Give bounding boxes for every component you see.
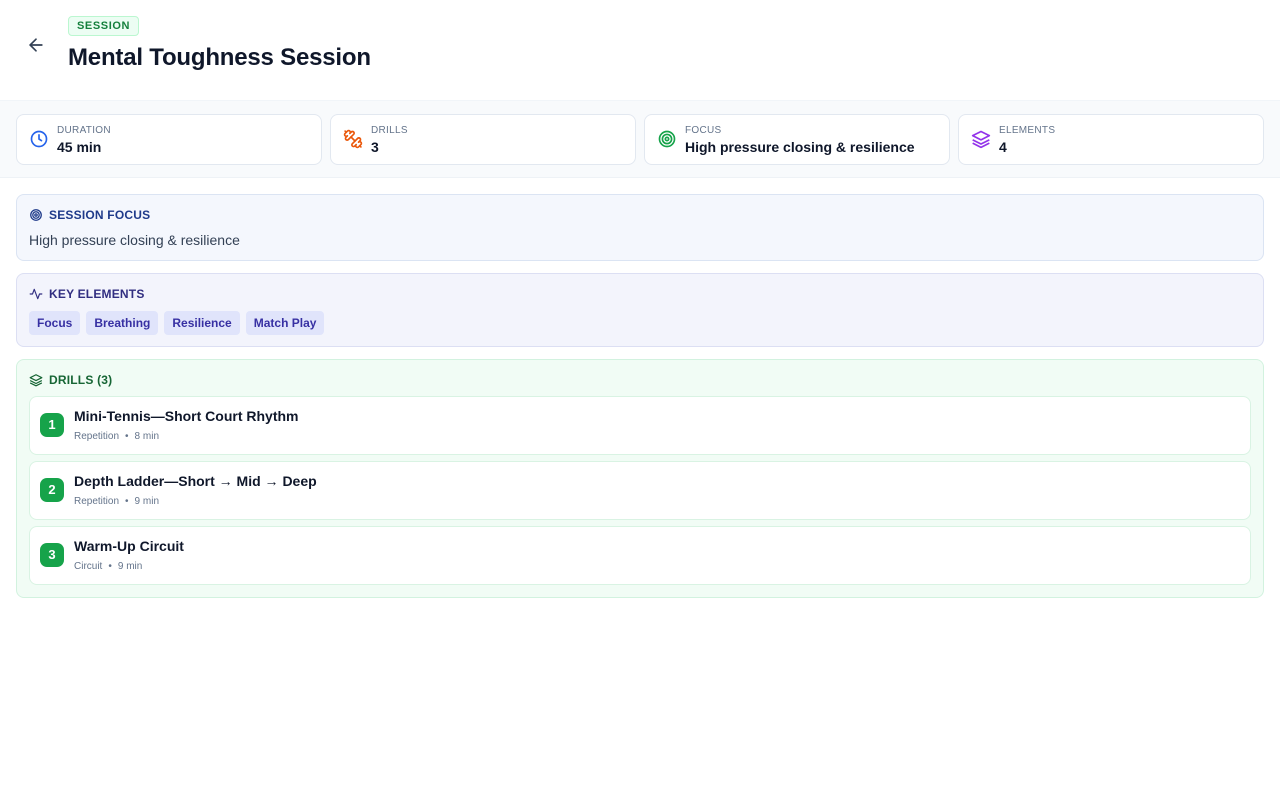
stat-label: DURATION [57,125,111,136]
stat-label: FOCUS [685,125,722,136]
separator-dot: • [108,561,112,572]
stat-value: 3 [371,139,379,155]
section-heading-label: DRILLS (3) [49,373,113,387]
section-heading: KEY ELEMENTS [29,287,145,301]
drill-title: Warm-Up Circuit [74,538,184,554]
stat-card-drills: DRILLS 3 [330,114,636,165]
page-header: SESSION Mental Toughness Session [0,0,1280,101]
drill-item[interactable]: 2 Depth Ladder—Short → Mid → Deep Repeti… [29,461,1251,520]
stat-card-duration: DURATION 45 min [16,114,322,165]
stat-value: 45 min [57,139,102,155]
stat-label: DRILLS [371,125,408,136]
drill-type: Circuit [74,561,103,572]
session-focus-panel: SESSION FOCUS High pressure closing & re… [16,194,1264,261]
separator-dot: • [125,496,129,507]
stat-card-elements: ELEMENTS 4 [958,114,1264,165]
page-title: Mental Toughness Session [68,44,371,71]
drill-type: Repetition [74,496,120,507]
drill-number: 1 [40,413,64,437]
drill-duration: 8 min [134,431,159,442]
target-icon [658,130,676,148]
arrow-left-icon [29,38,43,52]
element-chip[interactable]: Match Play [245,311,325,335]
stat-label: ELEMENTS [999,125,1056,136]
element-chip[interactable]: Breathing [86,311,159,335]
section-heading: SESSION FOCUS [29,208,150,222]
session-badge: SESSION [68,16,140,36]
drill-number: 3 [40,543,64,567]
layers-icon [971,130,991,149]
activity-icon [29,288,43,300]
key-elements-list: Focus Breathing Resilience Match Play [29,311,325,335]
key-elements-panel: KEY ELEMENTS Focus Breathing Resilience … [16,273,1264,347]
back-button[interactable] [22,31,50,59]
drills-panel: DRILLS (3) 1 Mini-Tennis—Short Court Rhy… [16,359,1264,598]
dumbbell-icon [343,129,363,149]
section-heading-label: SESSION FOCUS [49,208,151,222]
drill-meta: Circuit • 9 min [74,561,142,572]
drill-item[interactable]: 1 Mini-Tennis—Short Court Rhythm Repetit… [29,396,1251,455]
session-focus-text: High pressure closing & resilience [29,232,240,248]
drill-duration: 9 min [117,561,143,572]
stat-value: High pressure closing & resilience [685,139,915,155]
section-heading: DRILLS (3) [29,373,112,387]
drill-type: Repetition [74,431,120,442]
drill-number: 2 [40,478,64,502]
drill-title: Depth Ladder—Short → Mid → Deep [74,473,317,489]
drill-item[interactable]: 3 Warm-Up Circuit Circuit • 9 min [29,526,1251,585]
element-chip[interactable]: Resilience [164,311,240,335]
stats-bar: DURATION 45 min DRILLS 3 FOCUS High pres… [0,101,1280,178]
drill-duration: 9 min [134,496,159,507]
section-heading-label: KEY ELEMENTS [49,287,145,301]
stat-value: 4 [999,139,1007,155]
drill-meta: Repetition • 9 min [74,496,159,507]
separator-dot: • [125,431,129,442]
stat-card-focus: FOCUS High pressure closing & resilience [644,114,950,165]
clock-icon [30,130,48,148]
drill-title: Mini-Tennis—Short Court Rhythm [74,408,299,424]
drill-meta: Repetition • 8 min [74,431,159,442]
element-chip[interactable]: Focus [29,311,81,335]
layers-icon [29,374,43,387]
target-icon [30,209,42,221]
